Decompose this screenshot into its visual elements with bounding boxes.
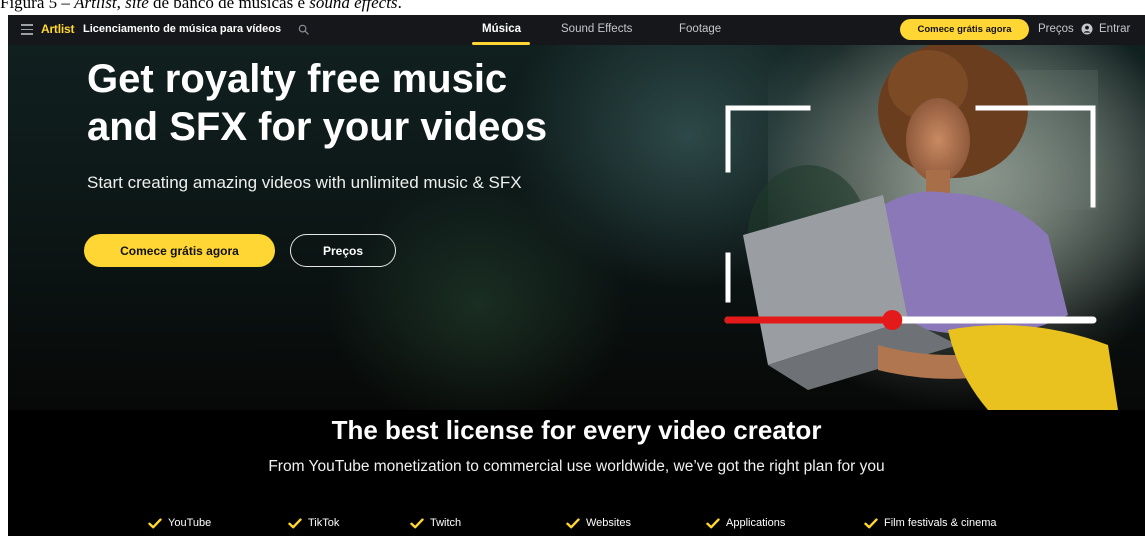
feature-youtube: YouTube — [148, 517, 211, 529]
user-icon[interactable] — [1081, 23, 1093, 35]
tab-musica[interactable]: Música — [482, 23, 521, 35]
license-subtitle: From YouTube monetization to commercial … — [268, 458, 885, 475]
tab-sound-effects[interactable]: Sound Effects — [561, 23, 632, 35]
hamburger-icon[interactable] — [21, 24, 33, 36]
feature-websites: Websites — [566, 517, 631, 529]
check-icon — [706, 517, 720, 528]
artlist-logo[interactable]: Artlist — [41, 22, 74, 36]
figure-caption: Figura 5 – Artlist, site de banco de mús… — [0, 0, 402, 12]
feature-film-festivals: Film festivals & cinema — [864, 517, 996, 529]
nav-brand-title[interactable]: Licenciamento de música para vídeos — [83, 23, 281, 35]
check-icon — [566, 517, 580, 528]
tab-footage[interactable]: Footage — [679, 23, 721, 35]
progress-knob — [882, 310, 903, 330]
license-section: The best license for every video creator… — [8, 410, 1145, 536]
hero-subtitle: Start creating amazing videos with unlim… — [87, 173, 522, 192]
check-icon — [148, 517, 162, 528]
hero-start-free-button[interactable]: Comece grátis agora — [84, 234, 275, 267]
feature-tiktok: TikTok — [288, 517, 339, 529]
check-icon — [864, 517, 878, 528]
active-tab-indicator — [472, 42, 530, 45]
search-icon[interactable] — [298, 24, 309, 35]
check-icon — [410, 517, 424, 528]
nav-start-free-button[interactable]: Comece grátis agora — [900, 19, 1029, 40]
check-icon — [288, 517, 302, 528]
license-title: The best license for every video creator — [331, 415, 822, 445]
nav-pricing-link[interactable]: Preços — [1038, 23, 1074, 35]
nav-login-link[interactable]: Entrar — [1099, 23, 1130, 35]
hero-pricing-button[interactable]: Preços — [290, 234, 396, 267]
website-screenshot: Artlist Licenciamento de música para víd… — [8, 15, 1145, 536]
top-navigation: Artlist Licenciamento de música para víd… — [8, 15, 1145, 45]
hero-title: Get royalty free music and SFX for your … — [87, 57, 548, 149]
feature-applications: Applications — [706, 517, 785, 529]
hero-photo — [724, 45, 1145, 410]
feature-twitch: Twitch — [410, 517, 461, 529]
hero-section: Get royalty free music and SFX for your … — [8, 45, 1145, 410]
